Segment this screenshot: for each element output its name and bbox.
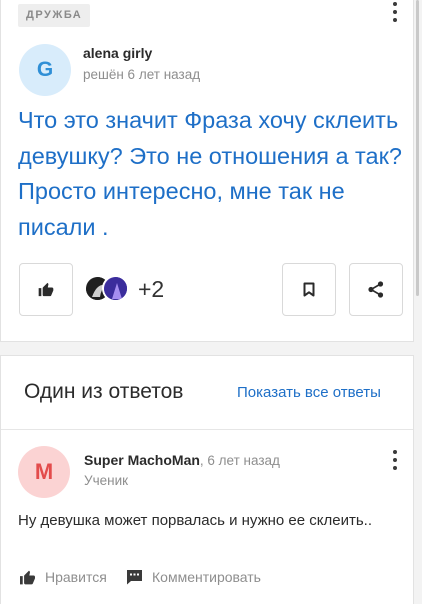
scrollbar[interactable]: [416, 0, 419, 296]
more-vert-icon[interactable]: [390, 2, 400, 22]
like-button[interactable]: [19, 263, 73, 316]
question-text[interactable]: Что это значит Фраза хочу склеить девушк…: [18, 103, 410, 245]
question-author[interactable]: alena girly: [83, 45, 152, 61]
divider: [1, 429, 413, 430]
answer-comment-button[interactable]: Комментировать: [126, 569, 261, 585]
bookmark-button[interactable]: [282, 263, 336, 316]
answer-header: Super MachoMan, 6 лет назад: [84, 452, 280, 468]
thumb-up-icon: [38, 282, 54, 297]
show-all-answers-link[interactable]: Показать все ответы: [237, 384, 381, 401]
answers-title: Один из ответов: [24, 380, 184, 403]
likers-count[interactable]: +2: [138, 276, 164, 303]
bookmark-icon: [303, 282, 315, 297]
share-icon: [368, 281, 384, 298]
answer-author[interactable]: Super MachoMan: [84, 452, 200, 468]
avatar[interactable]: G: [19, 44, 71, 96]
share-button[interactable]: [349, 263, 403, 316]
answer-like-label: Нравится: [45, 569, 107, 585]
avatar[interactable]: M: [18, 446, 70, 498]
liker-avatar[interactable]: [102, 275, 129, 302]
question-status: решён 6 лет назад: [83, 67, 201, 82]
answer-comment-label: Комментировать: [152, 569, 261, 585]
thumb-up-icon: [20, 570, 35, 584]
comment-icon: [127, 570, 142, 585]
answer-text: Ну девушка может порвалась и нужно ее ск…: [18, 512, 373, 529]
category-tag[interactable]: ДРУЖБА: [18, 4, 91, 27]
more-vert-icon[interactable]: [390, 450, 400, 470]
answer-rank: Ученик: [84, 473, 129, 488]
answer-like-button[interactable]: Нравится: [19, 569, 107, 585]
answer-time: , 6 лет назад: [199, 453, 280, 468]
